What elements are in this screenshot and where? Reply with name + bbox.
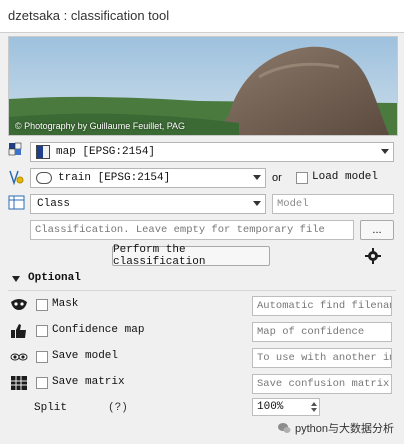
watermark-text: python与大数据分析 (294, 423, 394, 435)
chevron-down-icon (381, 149, 389, 154)
raster-layer-combo[interactable]: map [EPSG:2154] (30, 142, 394, 162)
save-matrix-checkbox[interactable] (36, 377, 48, 389)
watermark: python与大数据分析 (277, 420, 394, 436)
output-file-field[interactable]: Classification. Leave empty for temporar… (30, 220, 354, 240)
save-model-checkbox[interactable] (36, 351, 48, 363)
split-value: 100% (257, 401, 284, 413)
chevron-down-icon[interactable] (311, 408, 317, 412)
polygon-mini-icon (36, 172, 52, 184)
load-model-checkbox[interactable] (296, 172, 308, 184)
table-icon (8, 194, 26, 212)
mask-field[interactable]: Automatic find filenam (252, 296, 392, 316)
split-label: Split (34, 402, 68, 414)
confidence-checkbox[interactable] (36, 325, 48, 337)
mask-checkbox[interactable] (36, 299, 48, 311)
chat-bubble-icon (277, 423, 291, 433)
photo-credit: © Photography by Guillaume Feuillet, PAG (15, 121, 186, 131)
raster-layer-icon (8, 142, 26, 160)
class-field-combo[interactable]: Class (30, 194, 266, 214)
gear-icon[interactable] (364, 247, 382, 265)
load-model-label: Load model (312, 171, 379, 183)
save-matrix-label: Save matrix (52, 376, 125, 388)
grid-icon (10, 374, 28, 392)
thumbs-up-icon (10, 322, 28, 340)
mask-label: Mask (52, 298, 79, 310)
model-field[interactable]: Model (272, 194, 394, 214)
raster-layer-value: map [EPSG:2154] (56, 146, 156, 158)
confidence-label: Confidence map (52, 324, 145, 336)
or-label: or (272, 172, 282, 184)
train-layer-value: train [EPSG:2154] (58, 172, 171, 184)
optional-title: Optional (28, 272, 81, 284)
train-layer-combo[interactable]: train [EPSG:2154] (30, 168, 266, 188)
section-divider (8, 290, 396, 291)
class-field-value: Class (37, 198, 71, 210)
eyes-icon (10, 348, 28, 366)
mask-icon (10, 296, 28, 314)
raster-mini-icon (36, 145, 50, 159)
perform-classification-button[interactable]: Perform the classification (112, 244, 270, 268)
banner-image: © Photography by Guillaume Feuillet, PAG (8, 36, 398, 136)
chevron-down-icon (253, 175, 261, 180)
split-help-icon[interactable]: (?) (108, 402, 128, 414)
window-title: dzetsaka : classification tool (8, 8, 170, 23)
chevron-up-icon[interactable] (311, 402, 317, 406)
browse-button[interactable]: ... (360, 220, 394, 240)
confidence-field[interactable]: Map of confidence (252, 322, 392, 342)
save-model-field[interactable]: To use with another im (252, 348, 392, 368)
save-matrix-field[interactable]: Save confusion matrix (252, 374, 392, 394)
vector-layer-icon (8, 168, 26, 186)
collapse-arrow-icon[interactable] (12, 276, 20, 282)
split-spinbox[interactable]: 100% (252, 398, 320, 416)
chevron-down-icon (253, 201, 261, 206)
save-model-label: Save model (52, 350, 119, 362)
title-bar: dzetsaka : classification tool (0, 0, 404, 33)
